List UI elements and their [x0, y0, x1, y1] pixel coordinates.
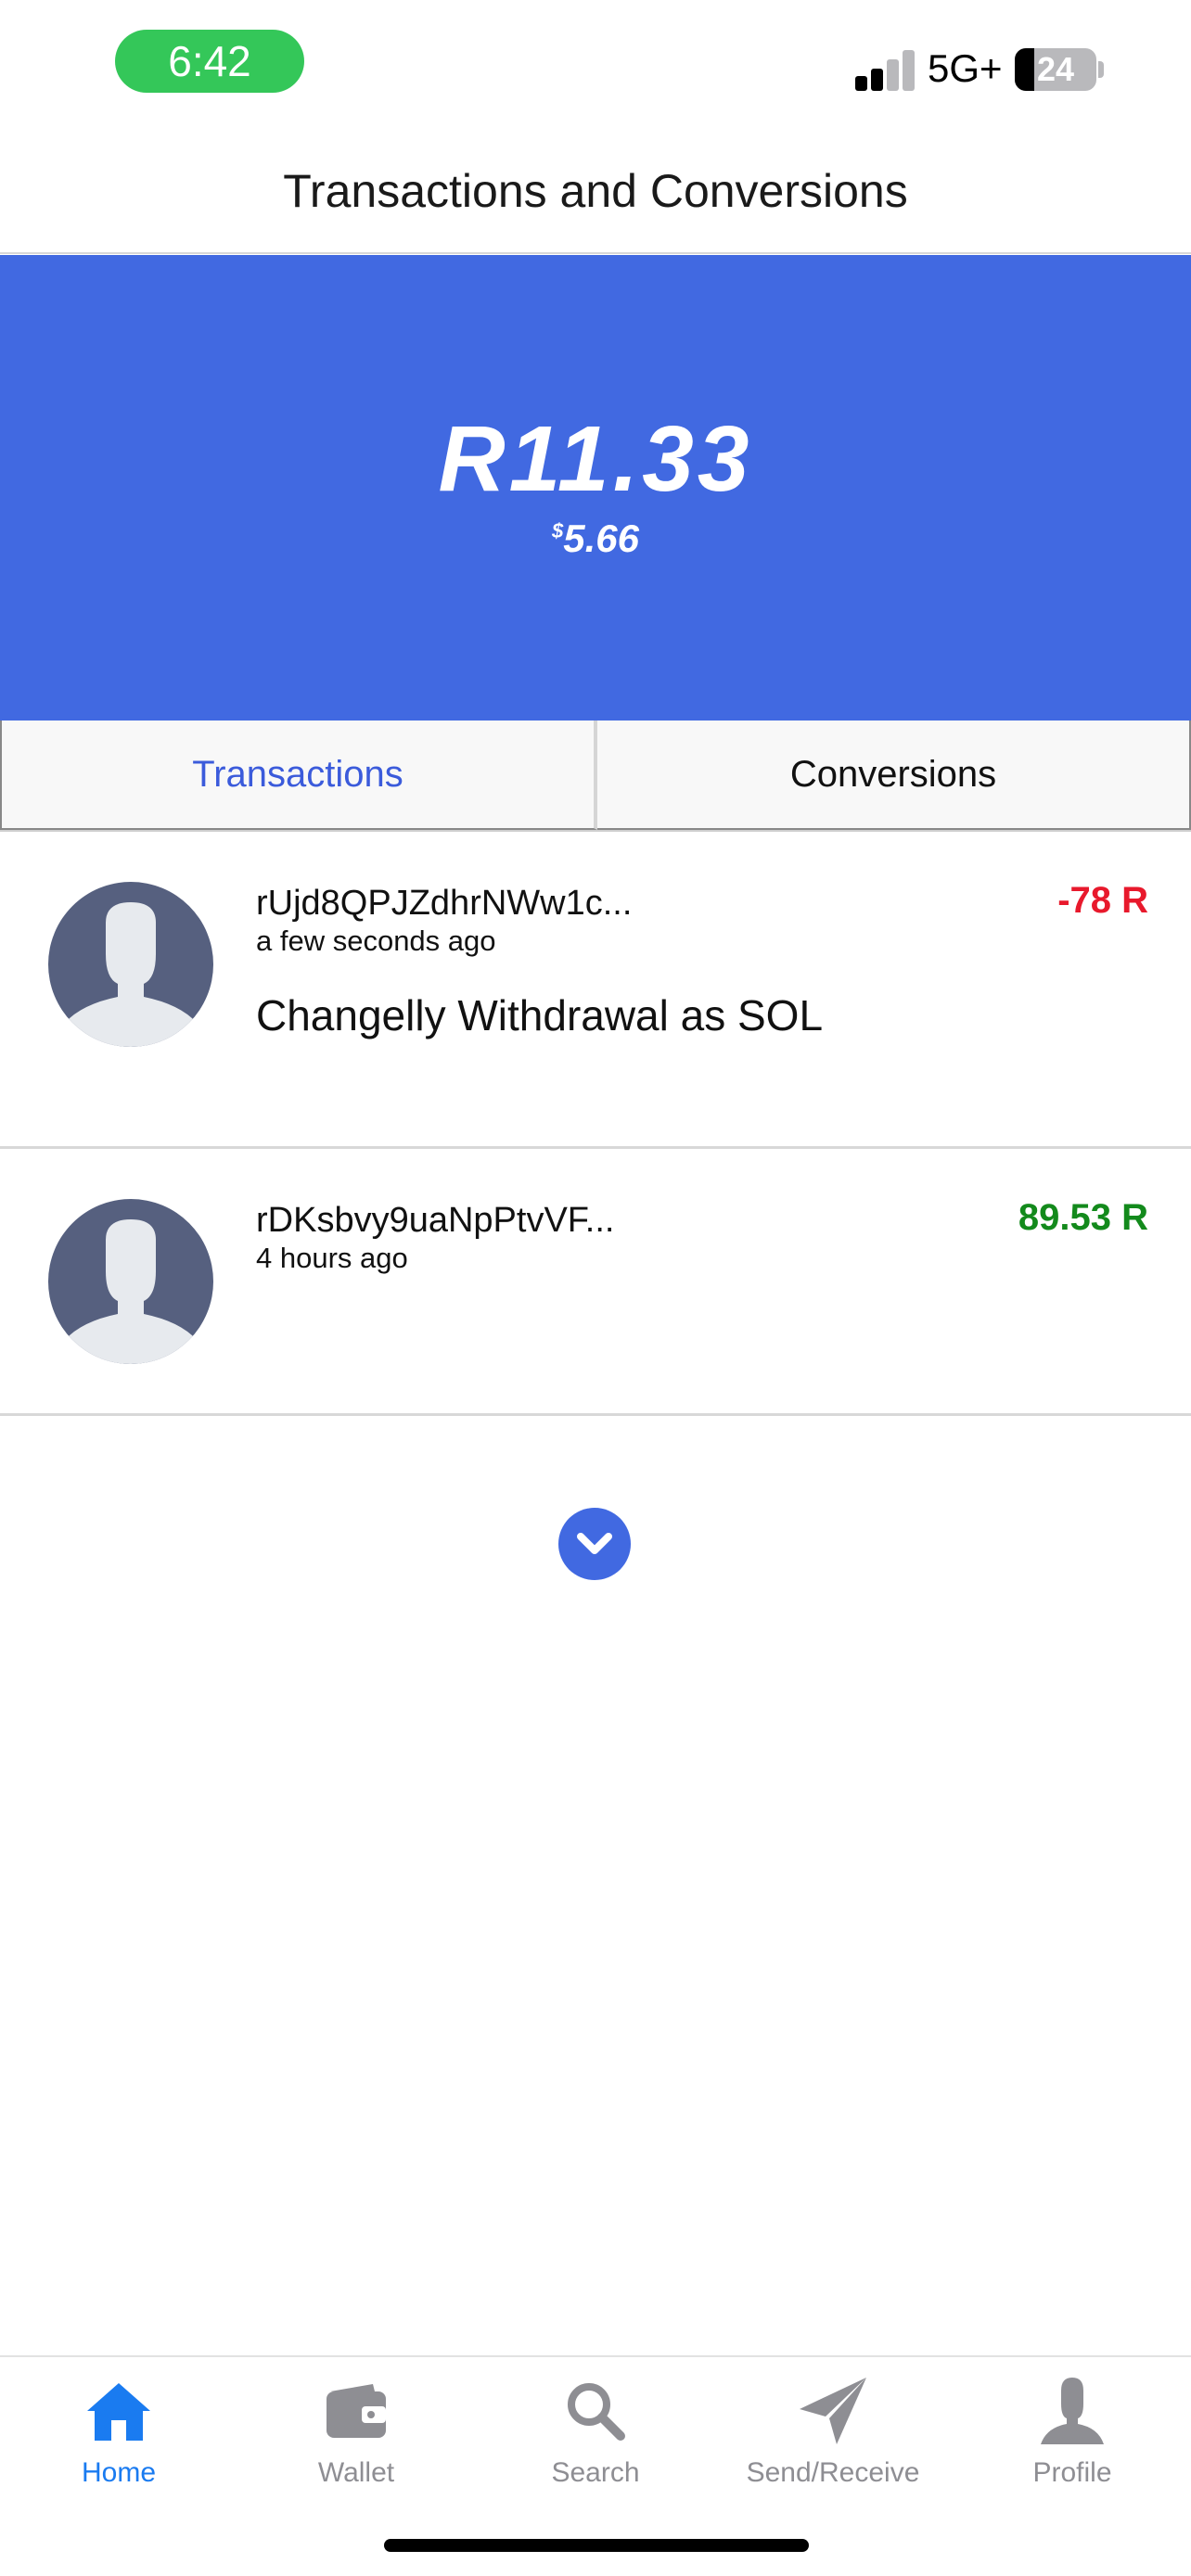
network-type: 5G+ — [928, 46, 1003, 90]
nav-home[interactable]: Home — [26, 2374, 211, 2504]
nav-profile[interactable]: Profile — [980, 2374, 1165, 2504]
battery-icon: 24 — [1015, 48, 1096, 91]
nav-home-label: Home — [81, 2457, 157, 2488]
nav-wallet-label: Wallet — [317, 2457, 395, 2488]
tab-transactions[interactable]: Transactions — [0, 721, 597, 830]
usd-symbol: $ — [552, 518, 564, 542]
home-indicator — [384, 2539, 809, 2552]
balance-amount: R11.33 — [438, 406, 753, 511]
status-bar: 6:42 5G+ 24 — [0, 0, 1191, 130]
person-silhouette-icon — [65, 1219, 197, 1364]
nav-wallet[interactable]: Wallet — [263, 2374, 449, 2504]
balance-usd: $5.66 — [552, 516, 639, 561]
paper-plane-icon — [796, 2374, 870, 2448]
nav-profile-label: Profile — [1032, 2457, 1112, 2488]
nav-send-receive-label: Send/Receive — [746, 2457, 920, 2488]
wallet-icon — [319, 2374, 393, 2448]
avatar — [48, 1199, 213, 1364]
battery-level: 24 — [1036, 50, 1075, 88]
transaction-amount: -78 R — [1057, 880, 1148, 921]
chevron-down-icon — [577, 1533, 612, 1554]
load-more-button[interactable] — [558, 1508, 631, 1580]
transaction-time: a few seconds ago — [256, 925, 496, 957]
transaction-row[interactable]: rUjd8QPJZdhrNWw1c... a few seconds ago C… — [0, 832, 1191, 1149]
nav-send-receive[interactable]: Send/Receive — [740, 2374, 926, 2504]
transaction-amount: 89.53 R — [1018, 1197, 1148, 1238]
transaction-memo: Changelly Withdrawal as SOL — [256, 991, 824, 1039]
cellular-signal-icon — [855, 48, 915, 91]
nav-search-label: Search — [551, 2457, 640, 2488]
page-title: Transactions and Conversions — [283, 165, 908, 217]
home-icon — [82, 2374, 156, 2448]
person-silhouette-icon — [65, 902, 197, 1047]
balance-usd-value: 5.66 — [563, 516, 639, 560]
search-icon — [558, 2374, 633, 2448]
segmented-tabs: Transactions Conversions — [0, 721, 1191, 832]
nav-search[interactable]: Search — [503, 2374, 688, 2504]
avatar — [48, 882, 213, 1047]
balance-card: R11.33 $5.66 — [0, 255, 1191, 721]
status-time: 6:42 — [115, 30, 304, 93]
person-icon — [1035, 2374, 1109, 2448]
tab-conversions[interactable]: Conversions — [597, 721, 1191, 830]
battery-tip — [1098, 61, 1104, 78]
transaction-time: 4 hours ago — [256, 1242, 408, 1274]
transaction-row[interactable]: rDKsbvy9uaNpPtvVF... 4 hours ago 89.53 R — [0, 1149, 1191, 1416]
page-header: Transactions and Conversions — [0, 130, 1191, 254]
transaction-address: rDKsbvy9uaNpPtvVF... — [256, 1201, 615, 1240]
transaction-address: rUjd8QPJZdhrNWw1c... — [256, 884, 633, 923]
